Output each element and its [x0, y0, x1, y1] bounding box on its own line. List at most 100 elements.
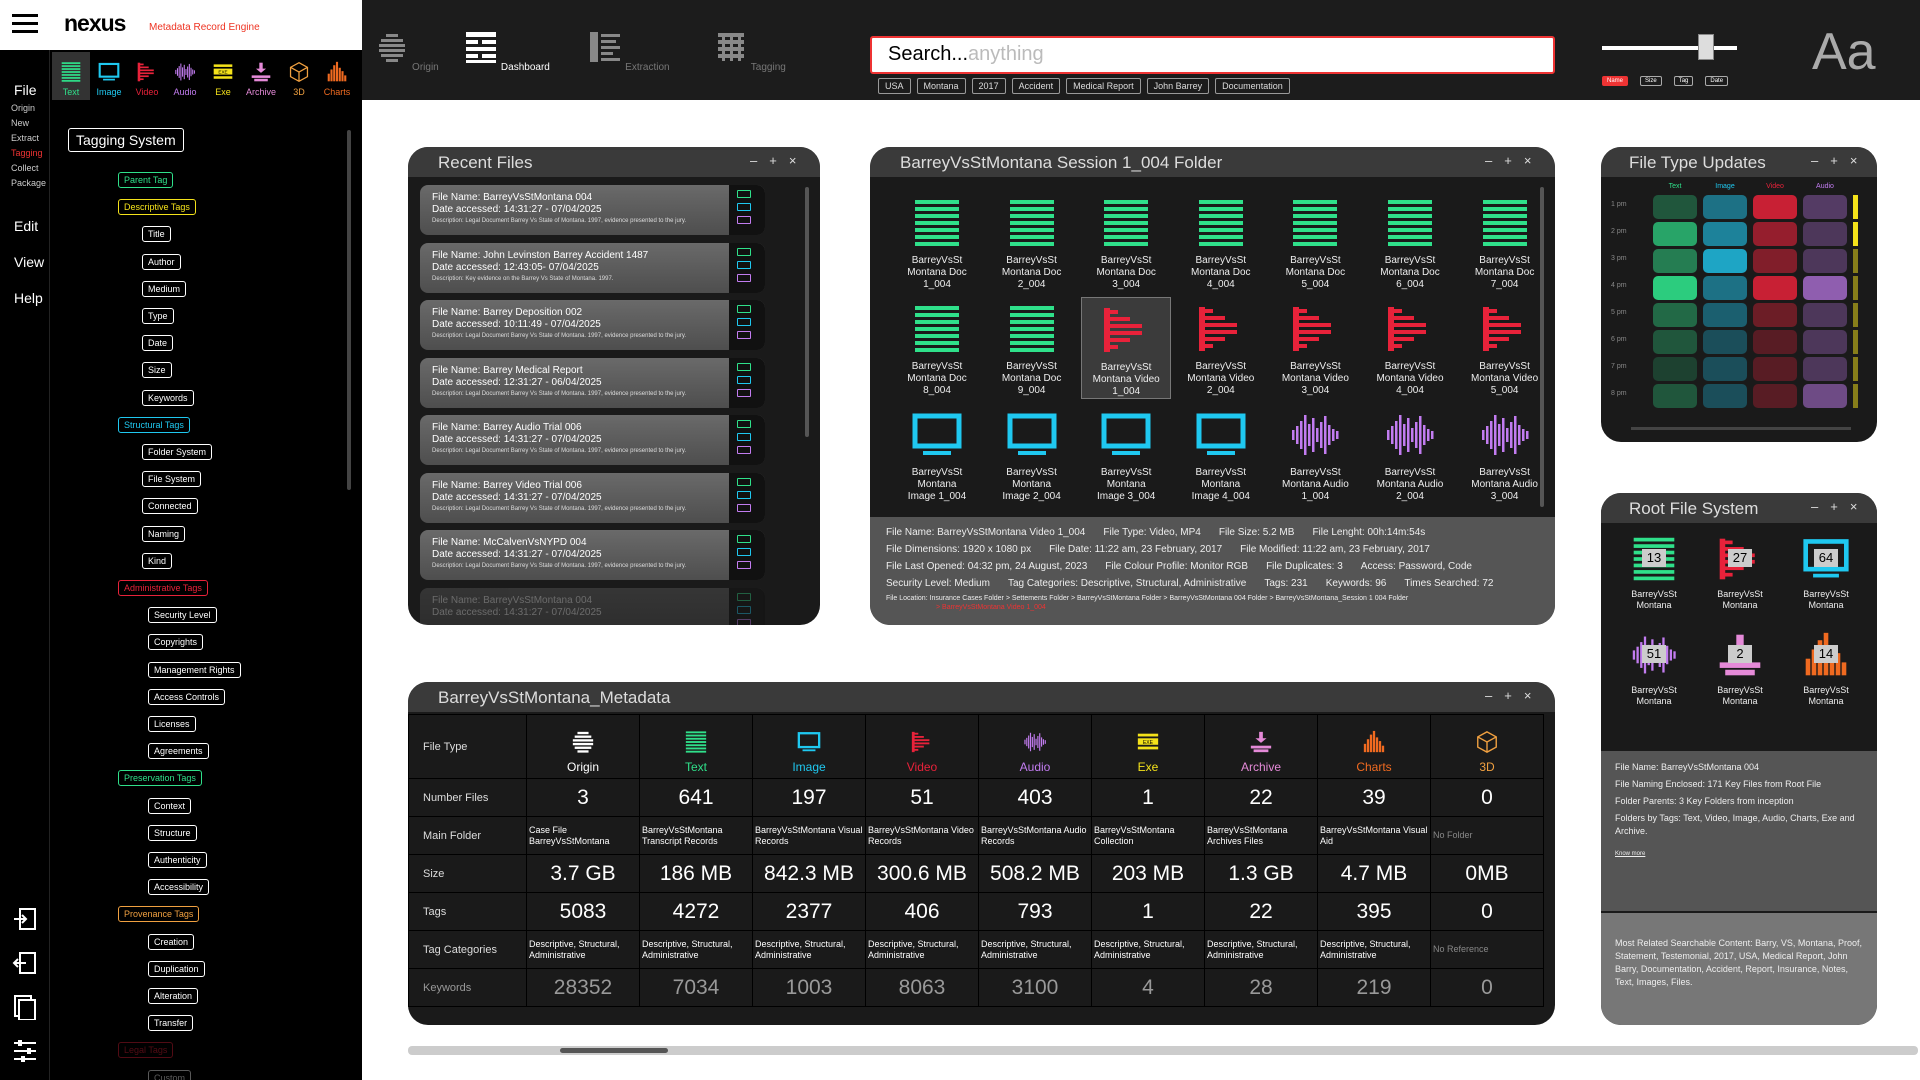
zoom-slider-track[interactable]: [1602, 46, 1737, 50]
heatmap-cell[interactable]: [1753, 249, 1797, 273]
heatmap-cell[interactable]: [1803, 276, 1847, 300]
heatmap-cell[interactable]: [1653, 276, 1697, 300]
heatmap-cell[interactable]: [1703, 330, 1747, 354]
tag-item[interactable]: Creation: [148, 933, 195, 950]
tab-tagging[interactable]: Tagging: [705, 30, 795, 73]
heatmap-cell[interactable]: [1803, 303, 1847, 327]
folder-file-item[interactable]: BarreyVsSt Montana Doc 2_004: [987, 191, 1077, 293]
folder-file-item[interactable]: BarreyVsSt Montana Video 3_004: [1270, 297, 1360, 399]
folder-file-item[interactable]: BarreyVsSt Montana Doc 1_004: [892, 191, 982, 293]
menu-help[interactable]: Help: [14, 290, 49, 306]
folder-file-item[interactable]: BarreyVsSt Montana Audio 1_004: [1270, 403, 1360, 505]
tag-item[interactable]: Licenses: [148, 716, 196, 732]
tag-item[interactable]: Accessibility: [148, 879, 210, 896]
know-more-link[interactable]: Know more: [1615, 848, 1863, 861]
folder-file-item[interactable]: BarreyVsSt Montana Video 2_004: [1176, 297, 1266, 399]
tag-item[interactable]: Medium: [142, 280, 187, 297]
recent-file-card[interactable]: File Name: Barrey Video Trial 006 Date a…: [420, 472, 765, 523]
export-icon[interactable]: [12, 950, 38, 976]
tag-item[interactable]: Custom: [148, 1069, 192, 1080]
root-folder-item[interactable]: 51 BarreyVsSt Montana: [1615, 631, 1693, 707]
heatmap-cell[interactable]: [1653, 249, 1697, 273]
window-controls[interactable]: –+×: [1485, 688, 1543, 703]
recent-file-card[interactable]: File Name: BarreyVsStMontana 004 Date ac…: [420, 587, 765, 625]
search-input[interactable]: Search...anything: [870, 36, 1555, 74]
tab-origin[interactable]: Origin: [362, 30, 452, 73]
tab-extraction[interactable]: Extraction: [584, 30, 674, 73]
search-chip[interactable]: USA: [878, 78, 911, 94]
media-type-text[interactable]: Text: [52, 52, 90, 100]
heatmap-cell[interactable]: [1753, 195, 1797, 219]
folder-file-item[interactable]: BarreyVsSt Montana Doc 7_004: [1460, 191, 1550, 293]
heatmap-cell[interactable]: [1753, 303, 1797, 327]
folder-file-item[interactable]: BarreyVsSt Montana Doc 9_004: [987, 297, 1077, 399]
tag-item[interactable]: Author: [142, 253, 181, 270]
search-chip[interactable]: Medical Report: [1066, 78, 1141, 94]
tag-item[interactable]: Type: [142, 308, 174, 324]
heatmap-cell[interactable]: [1653, 222, 1697, 246]
recent-scrollbar[interactable]: [805, 187, 809, 437]
import-icon[interactable]: [12, 906, 38, 932]
heatmap-cell[interactable]: [1703, 276, 1747, 300]
search-chip[interactable]: 2017: [971, 78, 1006, 94]
recent-file-card[interactable]: File Name: BarreyVsStMontana 004 Date ac…: [420, 185, 765, 235]
tree-title[interactable]: Tagging System: [68, 128, 184, 152]
menu-extract[interactable]: Extract: [11, 133, 49, 143]
folder-file-item[interactable]: BarreyVsSt Montana Doc 6_004: [1365, 191, 1455, 293]
tag-item[interactable]: Title: [142, 226, 171, 243]
media-type-image[interactable]: Image: [90, 52, 128, 100]
search-chip[interactable]: Documentation: [1215, 78, 1290, 94]
documents-icon[interactable]: [12, 994, 38, 1020]
filter-date[interactable]: Date: [1705, 76, 1729, 86]
root-folder-item[interactable]: 14 BarreyVsSt Montana: [1787, 631, 1865, 707]
heatmap-cell[interactable]: [1653, 384, 1697, 408]
heatmap-cell[interactable]: [1803, 330, 1847, 354]
tag-item[interactable]: Transfer: [148, 1015, 194, 1032]
heatmap-cell[interactable]: [1803, 222, 1847, 246]
folder-file-item[interactable]: BarreyVsSt Montana Video 5_004: [1460, 297, 1550, 399]
heatmap-cell[interactable]: [1653, 195, 1697, 219]
font-settings-button[interactable]: Aa: [1812, 22, 1876, 82]
heatmap-cell[interactable]: [1703, 195, 1747, 219]
folder-file-item[interactable]: BarreyVsSt Montana Doc 8_004: [892, 297, 982, 399]
folder-file-item[interactable]: BarreyVsSt Montana Video 1_004: [1081, 297, 1172, 399]
tag-group[interactable]: Provenance Tags: [118, 906, 200, 923]
tag-item[interactable]: Copyrights: [148, 634, 204, 651]
menu-new[interactable]: New: [11, 118, 49, 128]
tag-item[interactable]: Date: [142, 335, 174, 352]
recent-file-card[interactable]: File Name: Barrey Audio Trial 006 Date a…: [420, 415, 765, 465]
root-folder-item[interactable]: 13 BarreyVsSt Montana: [1615, 535, 1693, 611]
tag-item[interactable]: Size: [142, 362, 172, 379]
heatmap-cell[interactable]: [1753, 330, 1797, 354]
folder-scrollbar[interactable]: [1540, 187, 1544, 507]
root-folder-item[interactable]: 2 BarreyVsSt Montana: [1701, 631, 1779, 707]
heatmap-cell[interactable]: [1703, 222, 1747, 246]
media-type-charts[interactable]: Charts: [318, 52, 356, 100]
tag-item[interactable]: Structure: [148, 824, 197, 841]
heatmap-cell[interactable]: [1753, 222, 1797, 246]
folder-file-item[interactable]: BarreyVsSt Montana Audio 2_004: [1365, 403, 1455, 505]
tag-item[interactable]: File System: [142, 471, 202, 488]
tag-group[interactable]: Descriptive Tags: [118, 199, 196, 216]
window-controls[interactable]: –+×: [750, 153, 808, 168]
horizontal-scroll-handle[interactable]: [560, 1048, 668, 1053]
menu-collect[interactable]: Collect: [11, 163, 49, 173]
heatmap-cell[interactable]: [1703, 303, 1747, 327]
tab-dashboard[interactable]: Dashboard: [462, 30, 552, 73]
media-type-audio[interactable]: Audio: [166, 52, 204, 100]
tag-item[interactable]: Keywords: [142, 389, 194, 406]
search-chip[interactable]: John Barrey: [1146, 78, 1210, 94]
media-type-exe[interactable]: EXE Exe: [204, 52, 242, 100]
tag-item[interactable]: Folder System: [142, 444, 213, 460]
media-type-video[interactable]: Video: [128, 52, 166, 100]
tag-item[interactable]: Context: [148, 797, 192, 814]
zoom-slider-handle[interactable]: [1698, 34, 1714, 60]
window-controls[interactable]: –+×: [1485, 153, 1543, 168]
tag-item[interactable]: Connected: [142, 498, 198, 515]
folder-file-item[interactable]: BarreyVsSt Montana Doc 4_004: [1176, 191, 1266, 293]
heatmap-cell[interactable]: [1753, 276, 1797, 300]
tag-item[interactable]: Management Rights: [148, 661, 241, 678]
filter-tag[interactable]: Tag: [1673, 76, 1694, 86]
window-controls[interactable]: –+×: [1811, 499, 1869, 514]
tag-item[interactable]: Access Controls: [148, 688, 226, 705]
